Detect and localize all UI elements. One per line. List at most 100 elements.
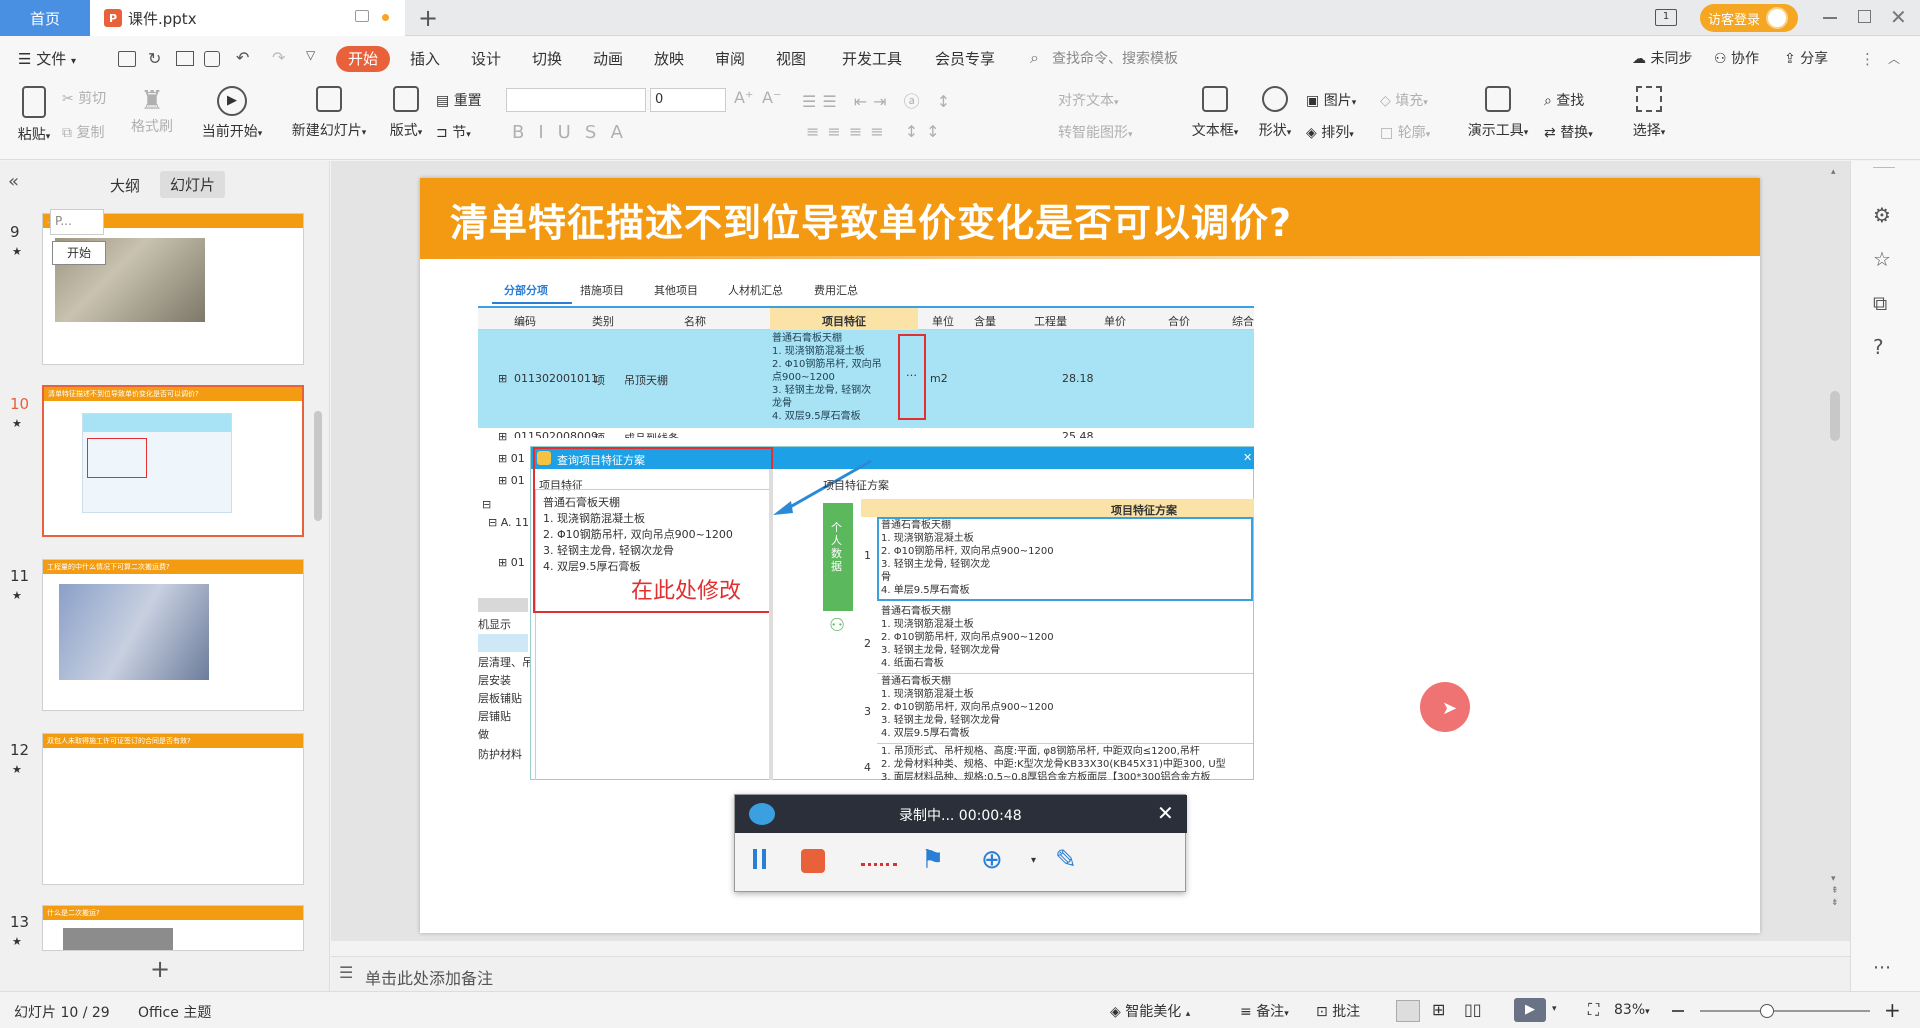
section-button[interactable]: ⊐ 节▾ (436, 122, 471, 142)
preview-icon[interactable] (204, 51, 220, 67)
scroll-up-icon[interactable]: ▴ (1831, 167, 1836, 177)
smart-shape-button[interactable]: 转智能图形▾ (1058, 122, 1133, 142)
expand-icon[interactable]: ⊞ (498, 430, 507, 443)
arrange-button[interactable]: ◈ 排列▾ (1306, 122, 1354, 142)
chevron-down-icon[interactable]: ▾ (1031, 855, 1036, 866)
menu-tab-animation[interactable]: 动画 (593, 46, 623, 72)
replace-button[interactable]: ⇄ 替换▾ (1544, 122, 1593, 142)
star-icon[interactable]: ☆ (1873, 247, 1891, 271)
new-slide-button[interactable]: 新建幻灯片▾ (286, 86, 372, 140)
undo-icon[interactable]: ↶ (236, 48, 249, 67)
collaborate-button[interactable]: ⚇ 协作 (1714, 46, 1759, 72)
save-icon[interactable] (118, 51, 136, 67)
decrease-font-icon[interactable]: A⁻ (762, 88, 781, 107)
add-webcam-icon[interactable]: ⊕ (981, 845, 1003, 875)
new-tab-icon[interactable]: + (418, 4, 438, 32)
more-dots-icon[interactable]: ⋯ (1873, 957, 1891, 978)
font-style-group[interactable]: BIUSA (512, 122, 637, 143)
stop-icon[interactable] (801, 849, 825, 873)
presenter-tools-button[interactable]: 演示工具▾ (1462, 86, 1534, 140)
reading-view-icon[interactable]: ▯▯ (1464, 1000, 1482, 1019)
sync-status[interactable]: ☁ 未同步 (1632, 46, 1692, 72)
menu-tab-slideshow[interactable]: 放映 (654, 46, 684, 72)
more-icon[interactable]: ⋮ (1860, 46, 1875, 72)
format-painter-button[interactable]: ♜ 格式刷 (128, 86, 176, 136)
close-icon[interactable]: ✕ (1890, 5, 1907, 29)
copy-style-icon[interactable]: ⧉ (1873, 291, 1887, 315)
window-icon[interactable] (355, 10, 369, 22)
pause-icon[interactable] (753, 849, 757, 869)
window-layout-icon[interactable]: 1 (1655, 9, 1677, 26)
tab-home[interactable]: 首页 (0, 0, 90, 36)
menu-tab-start[interactable]: 开始 (336, 46, 391, 72)
comments-toggle[interactable]: ⊡ 批注 (1316, 1001, 1360, 1021)
help-icon[interactable]: ? (1873, 335, 1884, 359)
select-button[interactable]: 选择▾ (1624, 86, 1674, 140)
paragraph-align-icons[interactable]: ≡≡≡≡ ↕↕ (806, 122, 948, 141)
recorder-close-icon[interactable]: ✕ (1157, 801, 1174, 825)
outline-button[interactable]: □ 轮廓▾ (1380, 122, 1430, 142)
line-style-icon[interactable] (861, 863, 897, 866)
notes-area[interactable]: ☰ 单击此处添加备注 (331, 956, 1850, 991)
expand-icon[interactable]: ⊞ (498, 372, 507, 385)
zoom-slider[interactable] (1700, 1010, 1870, 1012)
maximize-icon[interactable] (1858, 10, 1871, 23)
menu-tab-transition[interactable]: 切换 (532, 46, 562, 72)
textbox-button[interactable]: 文本框▾ (1186, 86, 1244, 140)
notes-toggle[interactable]: ≡ 备注▾ (1240, 1001, 1289, 1021)
quick-access-chevron-icon[interactable]: ▽ (306, 48, 315, 62)
list-icons[interactable]: ☰☰ ⇤⇥ ⓐ ↕ (802, 88, 956, 112)
play-from-current-button[interactable]: ▶ 当前开始▾ (196, 86, 268, 141)
export-icon[interactable]: ↻ (148, 49, 161, 68)
add-slide-icon[interactable]: + (150, 955, 170, 983)
menu-tab-member[interactable]: 会员专享 (935, 46, 995, 72)
print-icon[interactable] (176, 51, 194, 66)
option-text[interactable]: 1. 吊顶形式、吊杆规格、高度:平面, φ8钢筋吊杆, 中距双向≤1200,吊杆… (881, 745, 1226, 780)
pen-icon[interactable]: ✎ (1055, 845, 1077, 875)
play-slideshow-button[interactable]: ▶ (1514, 998, 1546, 1022)
zoom-slider-handle[interactable] (1760, 1004, 1774, 1018)
visitor-login-button[interactable]: 访客登录 (1700, 4, 1798, 32)
increase-font-icon[interactable]: A⁺ (734, 88, 753, 107)
tab-outline[interactable]: 大纲 (110, 175, 140, 196)
smart-beautify-button[interactable]: ◈ 智能美化 ▴ (1110, 1001, 1190, 1021)
share-button[interactable]: ⇪ 分享 (1784, 46, 1828, 72)
collapse-icon[interactable]: ⊟ (482, 498, 491, 511)
copy-button[interactable]: ⧉ 复制 (62, 122, 104, 142)
menu-tab-insert[interactable]: 插入 (410, 46, 440, 72)
zoom-level[interactable]: 83%▾ (1614, 1002, 1650, 1018)
minimize-icon[interactable] (1823, 17, 1837, 19)
slide-thumbnail[interactable]: ...施工: 组织? (42, 213, 304, 365)
slide-title[interactable]: 清单特征描述不到位导致单价变化是否可以调价? (450, 192, 1292, 247)
collapse-ribbon-icon[interactable]: ︿ (1888, 46, 1900, 72)
menu-tab-view[interactable]: 视图 (776, 46, 806, 72)
collapse-panel-icon[interactable]: « (8, 171, 19, 192)
font-size-select[interactable]: 0 (650, 88, 726, 112)
fill-button[interactable]: ◇ 填充▾ (1380, 90, 1428, 110)
cut-button[interactable]: ✂ 剪切 (62, 88, 106, 108)
file-menu[interactable]: ☰ 文件 ▾ (18, 46, 76, 72)
menu-tab-developer[interactable]: 开发工具 (842, 46, 902, 72)
slide-thumbnail[interactable]: 工程量的中什么情况下可算二次搬运费? (42, 559, 304, 711)
picture-button[interactable]: ▣ 图片▾ (1306, 90, 1356, 110)
slide-scrollbar[interactable] (1830, 391, 1840, 441)
panel-scrollbar[interactable] (314, 411, 322, 521)
command-search-input[interactable]: 查找命令、搜索模板 (1052, 46, 1178, 72)
settings-sliders-icon[interactable]: ⚙ (1873, 203, 1891, 227)
normal-view-icon[interactable] (1396, 1000, 1420, 1022)
find-button[interactable]: ⌕ 查找 (1544, 90, 1584, 110)
slide-thumbnail-active[interactable]: 清单特征描述不到位导致单价变化是否可以调价? (42, 385, 304, 537)
option-text[interactable]: 普通石膏板天棚 1. 现浇钢筋混凝土板 2. Φ10钢筋吊杆, 双向吊点900~… (881, 675, 1054, 740)
menu-tab-design[interactable]: 设计 (471, 46, 501, 72)
option-text[interactable]: 普通石膏板天棚 1. 现浇钢筋混凝土板 2. Φ10钢筋吊杆, 双向吊点900~… (881, 605, 1054, 670)
shape-button[interactable]: 形状▾ (1250, 86, 1300, 140)
zoom-out-icon[interactable] (1672, 1010, 1684, 1012)
paste-button[interactable]: 粘贴▾ (12, 86, 56, 144)
dialog-close-icon[interactable]: ✕ (1243, 451, 1252, 464)
chevron-down-icon[interactable]: ▾ (1552, 1004, 1557, 1014)
slide-thumbnail[interactable]: 双包人未取得施工许可证签订的合同是否有效? (42, 733, 304, 885)
fit-window-icon[interactable]: ⛶ (1588, 1000, 1599, 1020)
ellipsis-button[interactable]: … (906, 366, 917, 379)
zoom-in-icon[interactable]: + (1884, 998, 1901, 1022)
slide-thumbnail[interactable]: 什么是二次搬运? (42, 905, 304, 951)
